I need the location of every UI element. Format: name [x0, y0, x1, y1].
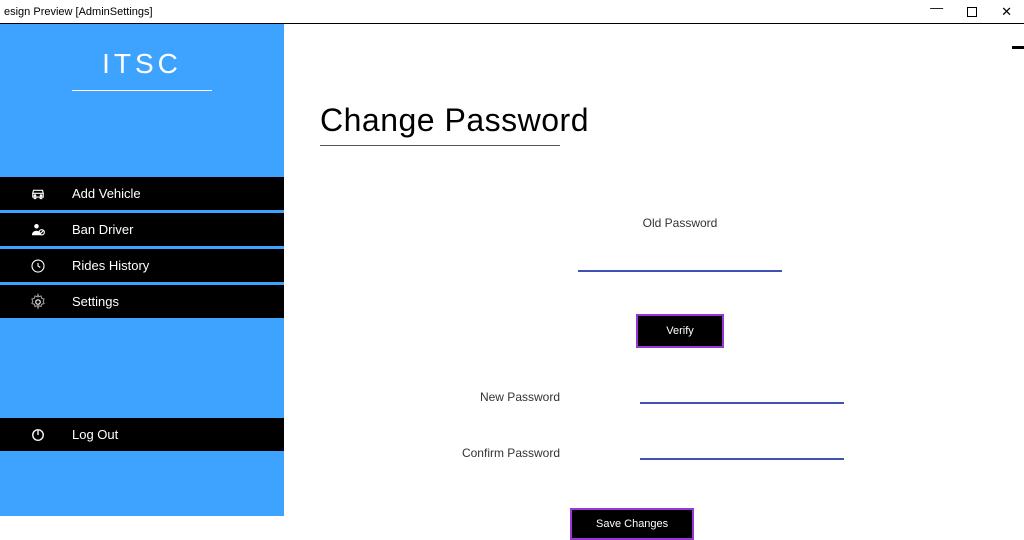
corner-dash-icon [1012, 46, 1024, 49]
nav-rides-history[interactable]: Rides History [0, 249, 284, 282]
confirm-password-input[interactable] [640, 442, 844, 460]
minimize-icon[interactable]: — [930, 0, 943, 15]
save-changes-button[interactable]: Save Changes [570, 508, 694, 540]
new-password-input[interactable] [640, 386, 844, 404]
brand: ITSC [0, 24, 284, 97]
power-icon [28, 425, 48, 445]
car-icon [28, 184, 48, 204]
brand-text: ITSC [0, 48, 284, 80]
verify-button[interactable]: Verify [636, 314, 724, 348]
nav-add-vehicle[interactable]: Add Vehicle [0, 177, 284, 210]
nav-label: Add Vehicle [72, 186, 141, 201]
content: Change Password Old Password Verify New … [284, 24, 1024, 516]
nav-settings[interactable]: Settings [0, 285, 284, 318]
page-title-underline [320, 145, 560, 146]
nav-ban-driver[interactable]: Ban Driver [0, 213, 284, 246]
window-controls: — ✕ [930, 4, 1020, 20]
close-icon[interactable]: ✕ [1001, 4, 1012, 20]
nav-label: Rides History [72, 258, 149, 273]
old-password-input[interactable] [578, 254, 782, 272]
clock-icon [28, 256, 48, 276]
nav-label: Settings [72, 294, 119, 309]
window-title: esign Preview [AdminSettings] [4, 6, 153, 18]
gear-icon [28, 292, 48, 312]
page-title: Change Password [320, 102, 1024, 139]
titlebar: esign Preview [AdminSettings] — ✕ [0, 0, 1024, 24]
nav-label: Ban Driver [72, 222, 133, 237]
sidebar: ITSC Add Vehicle Ban Driver Ride [0, 24, 284, 516]
nav: Add Vehicle Ban Driver Rides History Set… [0, 177, 284, 318]
confirm-password-label: Confirm Password [460, 446, 560, 460]
nav-logout[interactable]: Log Out [0, 418, 284, 451]
new-password-label: New Password [460, 390, 560, 404]
user-ban-icon [28, 220, 48, 240]
nav-label: Log Out [72, 427, 118, 442]
maximize-icon[interactable] [967, 7, 977, 17]
brand-underline [72, 90, 212, 91]
old-password-label: Old Password [643, 216, 718, 230]
change-password-form: Old Password Verify New Password Confirm… [320, 216, 1024, 540]
